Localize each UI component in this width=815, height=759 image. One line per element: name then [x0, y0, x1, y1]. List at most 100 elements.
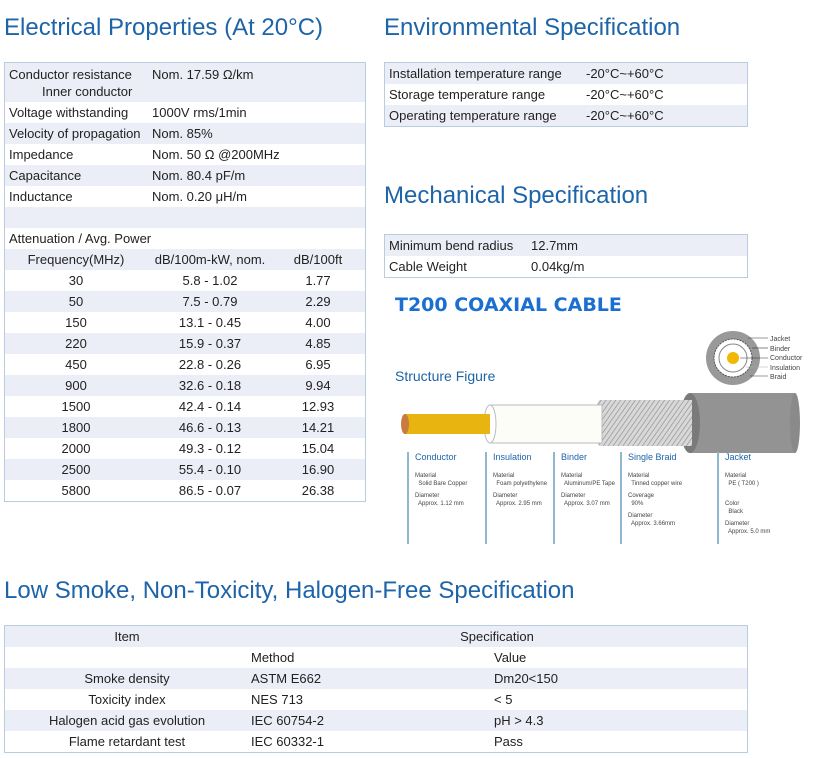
component-detail: 90%: [628, 501, 644, 507]
table-cell: 49.3 - 0.12: [178, 441, 242, 456]
electrical-table: Conductor resistance Inner conductor Nom…: [4, 62, 366, 502]
table-cell: 9.94: [305, 378, 331, 393]
row-label: Impedance: [9, 147, 74, 162]
value-cell: < 5: [494, 692, 513, 707]
method-cell: IEC 60754-2: [251, 713, 324, 728]
table-cell: 12.93: [301, 399, 335, 414]
table-cell: 15.9 - 0.37: [178, 336, 242, 351]
component-detail: Foam polyethylene: [493, 481, 548, 487]
component-column: Binder Material Aluminum/PE Tape Diameter …: [553, 452, 615, 544]
cross-section-labels: Jacket Binder Conductor Insulation Braid: [770, 335, 802, 383]
component-detail: Approx. 3.07 mm: [561, 501, 610, 507]
cross-section-icon: [706, 331, 768, 385]
header-item: Item: [114, 629, 140, 644]
component-detail: Diameter: [493, 493, 518, 499]
column-header: dB/100ft: [293, 252, 343, 267]
environmental-table: Installation temperature range -20°C~+60°…: [384, 62, 748, 127]
value-cell: pH > 4.3: [494, 713, 544, 728]
table-cell: 7.5 - 0.79: [182, 294, 238, 309]
table-cell: 2.29: [305, 294, 331, 309]
table-cell: 2500: [61, 462, 91, 477]
component-detail: Coverage: [628, 493, 655, 499]
item-cell: Toxicity index: [88, 692, 166, 707]
component-detail: Material: [415, 473, 437, 479]
value-cell: Pass: [494, 734, 523, 749]
component-detail: Approx. 1.12 mm: [415, 501, 464, 507]
row-value: 1000V rms/1min: [152, 105, 247, 120]
row-value: Nom. 50 Ω @200MHz: [152, 147, 280, 162]
table-row: 1800 46.6 - 0.13 14.21: [5, 417, 365, 438]
table-row: 450 22.8 - 0.26 6.95: [5, 354, 365, 375]
component-detail: Material: [493, 473, 515, 479]
component-detail: Black: [725, 509, 744, 515]
table-cell: 15.04: [301, 441, 335, 456]
table-row: Minimum bend radius 12.7mm: [385, 235, 747, 256]
table-row: Impedance Nom. 50 Ω @200MHz: [5, 144, 365, 165]
lszh-title: Low Smoke, Non-Toxicity, Halogen-Free Sp…: [4, 577, 575, 604]
component-detail: Approx. 5.0 mm: [725, 529, 771, 535]
empty-row: [5, 207, 365, 228]
table-row: 5800 86.5 - 0.07 26.38: [5, 480, 365, 501]
component-column: Single Braid Material Tinned copper wire C…: [620, 452, 682, 544]
attenuation-title: Attenuation / Avg. Power: [9, 231, 152, 246]
table-cell: 4.00: [305, 315, 331, 330]
table-cell: 4.85: [305, 336, 331, 351]
table-cell: 2000: [61, 441, 91, 456]
row-value: Nom. 0.20 μH/m: [152, 189, 247, 204]
component-detail: Aluminum/PE Tape: [561, 481, 615, 487]
table-cell: 16.90: [301, 462, 335, 477]
method-cell: IEC 60332-1: [251, 734, 324, 749]
row-label: Storage temperature range: [389, 87, 546, 102]
table-row: Velocity of propagation Nom. 85%: [5, 123, 365, 144]
lszh-table: Item Specification Method Value Smoke de…: [4, 625, 748, 753]
table-cell: 1500: [61, 399, 91, 414]
cross-section-label: Binder: [770, 345, 791, 353]
table-row: Smoke density ASTM E662 Dm20<150: [5, 668, 747, 689]
row-label: Installation temperature range: [389, 66, 562, 81]
table-row: 220 15.9 - 0.37 4.85: [5, 333, 365, 354]
item-cell: Halogen acid gas evolution: [48, 713, 206, 728]
method-cell: ASTM E662: [251, 671, 322, 686]
environmental-title: Environmental Specification: [384, 14, 681, 41]
row-value: 0.04kg/m: [531, 259, 585, 274]
row-label: Conductor resistance: [9, 67, 132, 82]
component-detail: Diameter: [725, 521, 750, 527]
component-detail: Diameter: [415, 493, 440, 499]
table-row: Halogen acid gas evolution IEC 60754-2 pH …: [5, 710, 747, 731]
row-value: -20°C~+60°C: [586, 108, 664, 123]
component-column: Conductor Material Solid Bare Copper Diame…: [407, 452, 467, 544]
component-detail: Material: [628, 473, 650, 479]
electrical-title: Electrical Properties (At 20°C): [4, 14, 324, 41]
row-sublabel: Inner conductor: [42, 84, 133, 99]
item-cell: Smoke density: [84, 671, 170, 686]
table-row: 2000 49.3 - 0.12 15.04: [5, 438, 365, 459]
table-cell: 900: [65, 378, 87, 393]
component-detail: Approx. 3.66mm: [628, 521, 676, 527]
structure-figure: T200 COAXIAL CABLE Structure Figure Jack…: [380, 290, 815, 560]
table-row: Installation temperature range -20°C~+60°…: [385, 63, 747, 84]
row-value: -20°C~+60°C: [586, 87, 664, 102]
component-column: Jacket Material PE ( T200 ) Color Black Dia…: [717, 452, 770, 544]
table-subheader-row: Method Value: [5, 647, 747, 668]
component-name: Conductor: [415, 452, 457, 462]
row-label: Cable Weight: [389, 259, 467, 274]
table-row: Capacitance Nom. 80.4 pF/m: [5, 165, 365, 186]
mechanical-table: Minimum bend radius 12.7mm Cable Weight 0.0…: [384, 234, 748, 278]
cross-section-label: Insulation: [770, 364, 800, 372]
row-value: -20°C~+60°C: [586, 66, 664, 81]
table-row: Storage temperature range -20°C~+60°C: [385, 84, 747, 105]
table-cell: 30: [68, 273, 84, 288]
component-detail: PE ( T200 ): [725, 481, 759, 487]
table-header-row: Item Specification: [5, 626, 747, 647]
cross-section-label: Braid: [770, 374, 787, 382]
item-cell: Flame retardant test: [68, 734, 186, 749]
component-detail: Material: [561, 473, 583, 479]
attenuation-header-row: Frequency(MHz) dB/100m-kW, nom. dB/100ft: [5, 249, 365, 270]
table-cell: 13.1 - 0.45: [178, 315, 242, 330]
column-header: Frequency(MHz): [27, 252, 125, 267]
mechanical-title: Mechanical Specification: [384, 182, 649, 209]
table-row: Flame retardant test IEC 60332-1 Pass: [5, 731, 747, 752]
component-detail: Diameter: [628, 513, 653, 519]
component-name: Single Braid: [628, 452, 677, 462]
row-label: Operating temperature range: [389, 108, 557, 123]
